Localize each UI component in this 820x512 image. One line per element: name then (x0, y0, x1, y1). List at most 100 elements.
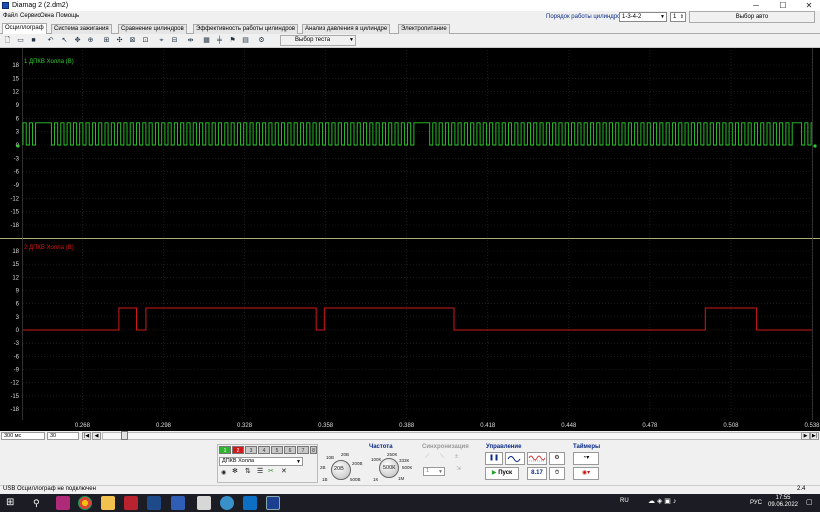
sync-edge-icon[interactable]: ⇲ (456, 466, 461, 472)
split-icon[interactable]: ╪ (215, 36, 224, 45)
rising-edge-icon[interactable]: ⟋ (425, 454, 429, 460)
start-menu-icon[interactable]: ⊞ (6, 497, 14, 509)
oscilloscope-view[interactable]: 18 15 12 9 6 3 0 -3 -6 -9 -12 -15 -18 18 15 12 9 6 3 0 -3 -6… (0, 48, 820, 432)
scroll-last-button[interactable]: ▶| (810, 432, 819, 440)
taskbar-save-icon[interactable] (171, 496, 185, 510)
time-marker-icon[interactable]: ⊞ (102, 36, 111, 45)
tab-cylinder-efficiency[interactable]: Эффективность работы цилиндров (193, 24, 299, 34)
settings-icon[interactable]: ⚙ (257, 36, 266, 45)
channel1-zero-marker-left[interactable] (16, 144, 20, 148)
time-scrollbar[interactable] (102, 432, 802, 440)
filter-icon[interactable]: ⌖ (157, 36, 166, 45)
invert-icon[interactable]: ⇅ (245, 468, 251, 475)
tab-oscilloscope[interactable]: Осциллограф (2, 23, 47, 34)
tab-power-supply[interactable]: Электропитание (398, 24, 450, 34)
zoom-icon[interactable]: ⊕ (86, 36, 95, 45)
pause-button[interactable]: ❚❚ (485, 452, 503, 465)
auto-level-icon[interactable]: ✻ (232, 468, 238, 475)
filter-lines-icon[interactable]: ☰ (257, 468, 263, 475)
measure-icon[interactable]: ✥ (73, 36, 82, 45)
x-tick-label: 0.298 (156, 423, 172, 429)
y-tick-label: -15 (10, 210, 19, 216)
record-settings-button[interactable]: ⚙ (549, 452, 565, 465)
clock-time[interactable]: 17:55 (770, 495, 796, 502)
taskbar-app-red-icon[interactable] (124, 496, 138, 510)
channel-button-8[interactable]: 8 (310, 446, 317, 454)
menu-service[interactable]: Сервис (20, 13, 41, 20)
taskbar-diamag-icon[interactable] (266, 496, 280, 510)
input-language[interactable]: РУС (750, 500, 762, 506)
table-icon[interactable]: ▦ (202, 36, 211, 45)
channel-button-1[interactable]: 1 (219, 446, 231, 454)
maximize-button[interactable]: ☐ (771, 0, 795, 11)
scroll-prev-button[interactable]: ◀ (92, 432, 101, 440)
taskbar-app-cyan-icon[interactable] (220, 496, 234, 510)
scroll-first-button[interactable]: |◀ (82, 432, 91, 440)
chevron-down-icon: ▼ (660, 14, 665, 20)
cursor-icon[interactable]: ↖ (60, 36, 69, 45)
vehicle-select-button[interactable]: Выбор авто (689, 11, 815, 23)
cylinder-order-select[interactable]: 1-3-4-2 ▼ (619, 12, 667, 22)
probe-icon[interactable]: ◉ (221, 470, 226, 476)
taskbar-edge-icon[interactable] (243, 496, 257, 510)
test-select-value: Выбор теста (295, 37, 331, 43)
taskbar-app-light-icon[interactable] (197, 496, 211, 510)
open-folder-icon[interactable]: ▭ (16, 36, 25, 45)
menu-file[interactable]: Файл (3, 13, 18, 20)
level-icon[interactable]: ± (455, 454, 458, 460)
falling-edge-icon[interactable]: ⟍ (440, 454, 444, 460)
tab-pressure-analysis[interactable]: Анализ давления в цилиндре (302, 24, 391, 34)
channel-button-3[interactable]: 3 (245, 446, 257, 454)
stopwatch-button[interactable]: ⏱ (549, 467, 565, 480)
sync-channel-select[interactable]: 1 ▼ (423, 467, 445, 476)
channel-button-4[interactable]: 4 (258, 446, 270, 454)
channel-button-2[interactable]: 2 (232, 446, 244, 454)
scrollbar-thumb[interactable] (121, 431, 128, 440)
menu-help[interactable]: Помощь (56, 13, 79, 20)
grid-icon[interactable]: ⊟ (170, 36, 179, 45)
timer1-button[interactable]: ◔▾ (573, 452, 599, 465)
menu-windows[interactable]: Окна (40, 13, 54, 20)
clock-date[interactable]: 09.06.2022 (766, 502, 800, 509)
taskbar-explorer-icon[interactable] (101, 496, 115, 510)
undo-icon[interactable]: ↶ (46, 36, 55, 45)
scroll-next-button[interactable]: ▶ (801, 432, 810, 440)
channel-button-5[interactable]: 5 (271, 446, 283, 454)
tab-ignition[interactable]: Система зажигания (51, 24, 112, 34)
close-button[interactable]: ✕ (797, 0, 820, 11)
freq-icon[interactable]: ✣ (115, 36, 124, 45)
channel-button-6[interactable]: 6 (284, 446, 296, 454)
remove-channel-icon[interactable]: ✕ (281, 468, 287, 475)
timebase-select[interactable]: 300 мс (1, 432, 45, 440)
amplitude-icon[interactable]: ⊠ (128, 36, 137, 45)
cylinder-spin-select[interactable]: 1 ⇕ (670, 12, 686, 22)
zero-adjust-icon[interactable]: ✂ (268, 468, 274, 475)
y-tick-label: 9 (16, 103, 20, 109)
timers-heading: Таймеры (573, 444, 601, 450)
test-select[interactable]: Выбор теста ▼ (280, 35, 356, 46)
sensor-select[interactable]: ДПКВ Холла ▼ (219, 457, 303, 466)
timer2-button[interactable]: ◉▾ (573, 467, 599, 480)
pulse-icon[interactable]: ⊡ (141, 36, 150, 45)
multi-wave-button[interactable] (527, 452, 547, 465)
channel-button-7[interactable]: 7 (297, 446, 309, 454)
taskbar-app-media-icon[interactable] (56, 496, 70, 510)
start-button[interactable]: ▶ Пуск (485, 467, 519, 480)
single-wave-button[interactable] (505, 452, 525, 465)
tray-icons[interactable]: ☁ ◈ ▣ ♪ (648, 497, 676, 505)
samples-select[interactable]: 30 (47, 432, 79, 440)
minimize-button[interactable]: ─ (744, 0, 768, 11)
print-icon[interactable]: ▤ (241, 36, 250, 45)
taskbar-chrome-icon[interactable] (78, 496, 92, 510)
search-icon[interactable]: ⚲ (33, 497, 40, 509)
keyboard-language[interactable]: RU (620, 498, 629, 504)
save-icon[interactable]: ■ (29, 36, 38, 45)
taskbar-app-blue-icon[interactable] (147, 496, 161, 510)
scope-svg[interactable]: 18 15 12 9 6 3 0 -3 -6 -9 -12 -15 -18 18 15 12 9 6 3 0 -3 -6… (0, 48, 820, 432)
tab-cylinder-compare[interactable]: Сравнение цилиндров (118, 24, 187, 34)
notifications-icon[interactable]: ▢ (806, 498, 813, 506)
spread-icon[interactable]: ⇹ (186, 36, 195, 45)
marker-icon[interactable]: ⚑ (228, 36, 237, 45)
channel1-zero-marker-right[interactable] (813, 144, 817, 148)
new-file-icon[interactable]: 🗋 (3, 36, 12, 45)
